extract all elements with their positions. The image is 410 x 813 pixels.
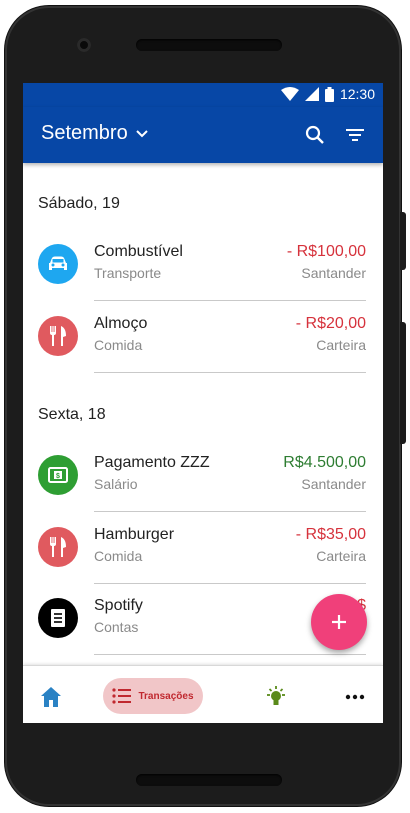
transaction-amount: - R$20,00 [295,315,366,332]
wifi-icon [280,87,299,101]
transaction-name: Almoço [94,315,148,332]
transaction-account: Santander [301,265,366,281]
lightbulb-icon[interactable] [264,685,288,709]
power-button [400,212,406,270]
chevron-down-icon [136,129,148,137]
transaction-item[interactable]: Hamburger Comida - R$35,00 Carteira [23,512,383,584]
transaction-category: Transporte [94,265,162,281]
bottom-navigation: Transações [23,665,383,723]
list-icon [112,688,132,704]
transaction-name: Spotify [94,597,143,614]
bottom-speaker [136,774,282,786]
transactions-list[interactable]: Sábado, 19 Combustível Transporte - R$10… [23,163,383,665]
top-speaker [136,39,282,51]
signal-icon [304,87,319,101]
day-header: Sexta, 18 [38,406,106,423]
nav-transactions[interactable]: Transações [103,678,203,714]
transaction-item[interactable]: Combustível Transporte - R$100,00 Santan… [23,229,383,301]
transaction-name: Pagamento ZZZ [94,454,210,471]
transaction-item[interactable]: $ Pagamento ZZZ Salário R$4.500,00 Santa… [23,440,383,512]
svg-text:$: $ [56,473,60,480]
add-transaction-button[interactable] [311,594,367,650]
day-header: Sábado, 19 [38,195,120,212]
app-bar: Setembro [23,107,383,163]
transaction-category: Comida [94,548,143,564]
month-label: Setembro [41,122,128,144]
utensils-icon [38,316,78,356]
transaction-amount: - R$35,00 [295,526,366,543]
transaction-item[interactable]: Almoço Comida - R$20,00 Carteira [23,301,383,373]
money-icon: $ [38,455,78,495]
home-icon[interactable] [39,685,63,709]
screen: 12:30 Setembro Sábado, 19 Combustível Tr… [23,83,383,723]
front-camera [77,38,91,52]
transaction-category: Contas [94,619,139,635]
transaction-name: Combustível [94,243,183,260]
divider [94,654,366,655]
transaction-amount: - R$100,00 [286,243,366,260]
transaction-account: Santander [301,476,366,492]
battery-icon [324,86,334,102]
filter-icon[interactable] [343,123,367,147]
plus-icon [332,615,346,629]
transaction-account: Carteira [316,337,366,353]
more-icon[interactable] [343,685,367,709]
transaction-name: Hamburger [94,526,175,543]
car-icon [38,244,78,284]
search-icon[interactable] [303,123,327,147]
nav-transactions-label: Transações [138,690,194,702]
transaction-amount: R$4.500,00 [283,454,366,471]
month-selector[interactable]: Setembro [41,122,150,145]
divider [94,372,366,373]
status-time: 12:30 [339,86,375,102]
transaction-category: Comida [94,337,143,353]
volume-button [400,322,406,444]
transaction-category: Salário [94,476,138,492]
utensils-icon [38,527,78,567]
receipt-icon [38,598,78,638]
transaction-account: Carteira [316,548,366,564]
status-bar: 12:30 [23,83,383,107]
